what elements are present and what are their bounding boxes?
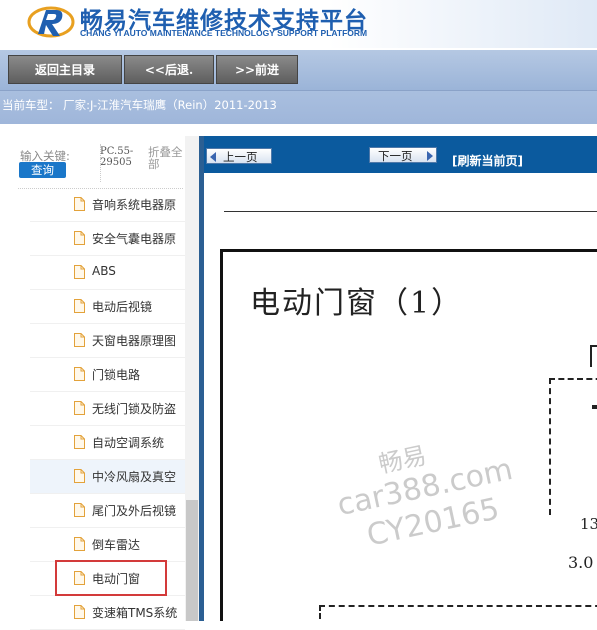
refresh-page-link[interactable]: [刷新当前页] [452, 152, 523, 169]
app-header: 畅易汽车维修技术支持平台 CHANG YI AUTO MAINTENANCE T… [0, 0, 597, 48]
tree-item-label: 倒车雷达 [92, 538, 141, 552]
document-icon [74, 197, 85, 211]
document-icon [74, 231, 85, 245]
prev-page-label: 上一页 [223, 150, 258, 164]
tree-item[interactable]: 电动后视镜 [30, 290, 185, 324]
diagram-title: 电动门窗（1） [250, 286, 464, 321]
tree-item-label: 音响系统电器原 [92, 198, 177, 212]
tree-item-label: 自动空调系统 [92, 436, 165, 450]
document-icon [74, 299, 85, 313]
tree-item[interactable]: 尾门及外后视镜 [30, 494, 185, 528]
diagram-glyph [590, 345, 597, 367]
tree-item[interactable]: ABS [30, 256, 185, 290]
tree-item-label: 无线门锁及防盗 [92, 402, 177, 416]
tree-item[interactable]: 自动空调系统 [30, 426, 185, 460]
query-button[interactable]: 查询 [19, 162, 66, 178]
tree-item-label: ABS [92, 264, 116, 278]
chevron-right-icon [427, 151, 433, 161]
document-icon [74, 333, 85, 347]
document-icon [74, 435, 85, 449]
forward-button[interactable]: >>前进 [216, 55, 298, 84]
diagram-connector [592, 405, 597, 409]
current-model-text: 当前车型： 厂家:J-江淮汽车瑞鹰（Rein）2011-2013 [2, 98, 277, 112]
tree-item[interactable]: 音响系统电器原 [30, 188, 185, 222]
tree-item-label: 中冷风扇及真空 [92, 470, 177, 484]
nav-toolbar: 返回主目录 <<后退. >>前进 [0, 50, 597, 91]
tree-item-label: 天窗电器原理图 [92, 334, 177, 348]
current-model-bar: 当前车型： 厂家:J-江淮汽车瑞鹰（Rein）2011-2013 [0, 91, 597, 124]
document-viewer: 13 3.0 [204, 173, 597, 621]
next-page-button[interactable]: 下一页 [369, 147, 437, 163]
document-icon [74, 265, 85, 279]
document-icon [74, 367, 85, 381]
tree-item[interactable]: 无线门锁及防盗 [30, 392, 185, 426]
home-button[interactable]: 返回主目录 [8, 55, 122, 84]
platform-subtitle: CHANG YI AUTO MAINTENANCE TECHNOLOGY SUP… [80, 28, 368, 38]
keyword-input[interactable]: PC.55-29505 [100, 146, 140, 168]
document-icon [74, 503, 85, 517]
document-icon [74, 537, 85, 551]
diagram-dashed-line [319, 605, 597, 621]
chevron-left-icon [210, 152, 216, 162]
diagram-dashed-box [549, 378, 597, 515]
tree-item-label: 尾门及外后视镜 [92, 504, 177, 518]
document-icon [74, 605, 85, 619]
diagram-mark-3: 3.0 [568, 553, 594, 572]
collapse-all-link[interactable]: 折叠全部 [148, 146, 188, 170]
tree-item-label: 安全气囊电器原 [92, 232, 177, 246]
next-page-label: 下一页 [378, 149, 413, 163]
document-icon [74, 401, 85, 415]
tree-item[interactable]: 变速箱TMS系统 [30, 596, 185, 630]
tree-item[interactable]: 倒车雷达 [30, 528, 185, 562]
logo-icon [27, 6, 75, 38]
diagram-mark-13: 13 [580, 515, 597, 533]
tree-scrollbar-thumb[interactable] [186, 500, 198, 621]
tree-item-label: 电动后视镜 [92, 300, 153, 314]
tree-item-label: 变速箱TMS系统 [92, 606, 178, 620]
tree-item[interactable]: 安全气囊电器原 [30, 222, 185, 256]
prev-page-button[interactable]: 上一页 [206, 148, 272, 164]
divider [224, 211, 597, 212]
back-button[interactable]: <<后退. [124, 55, 214, 84]
tree-item[interactable]: 中冷风扇及真空 [30, 460, 185, 494]
tree-item[interactable]: 天窗电器原理图 [30, 324, 185, 358]
selected-item-highlight [55, 560, 167, 596]
tree-item[interactable]: 门锁电路 [30, 358, 185, 392]
document-icon [74, 469, 85, 483]
tree-item-label: 门锁电路 [92, 368, 141, 382]
